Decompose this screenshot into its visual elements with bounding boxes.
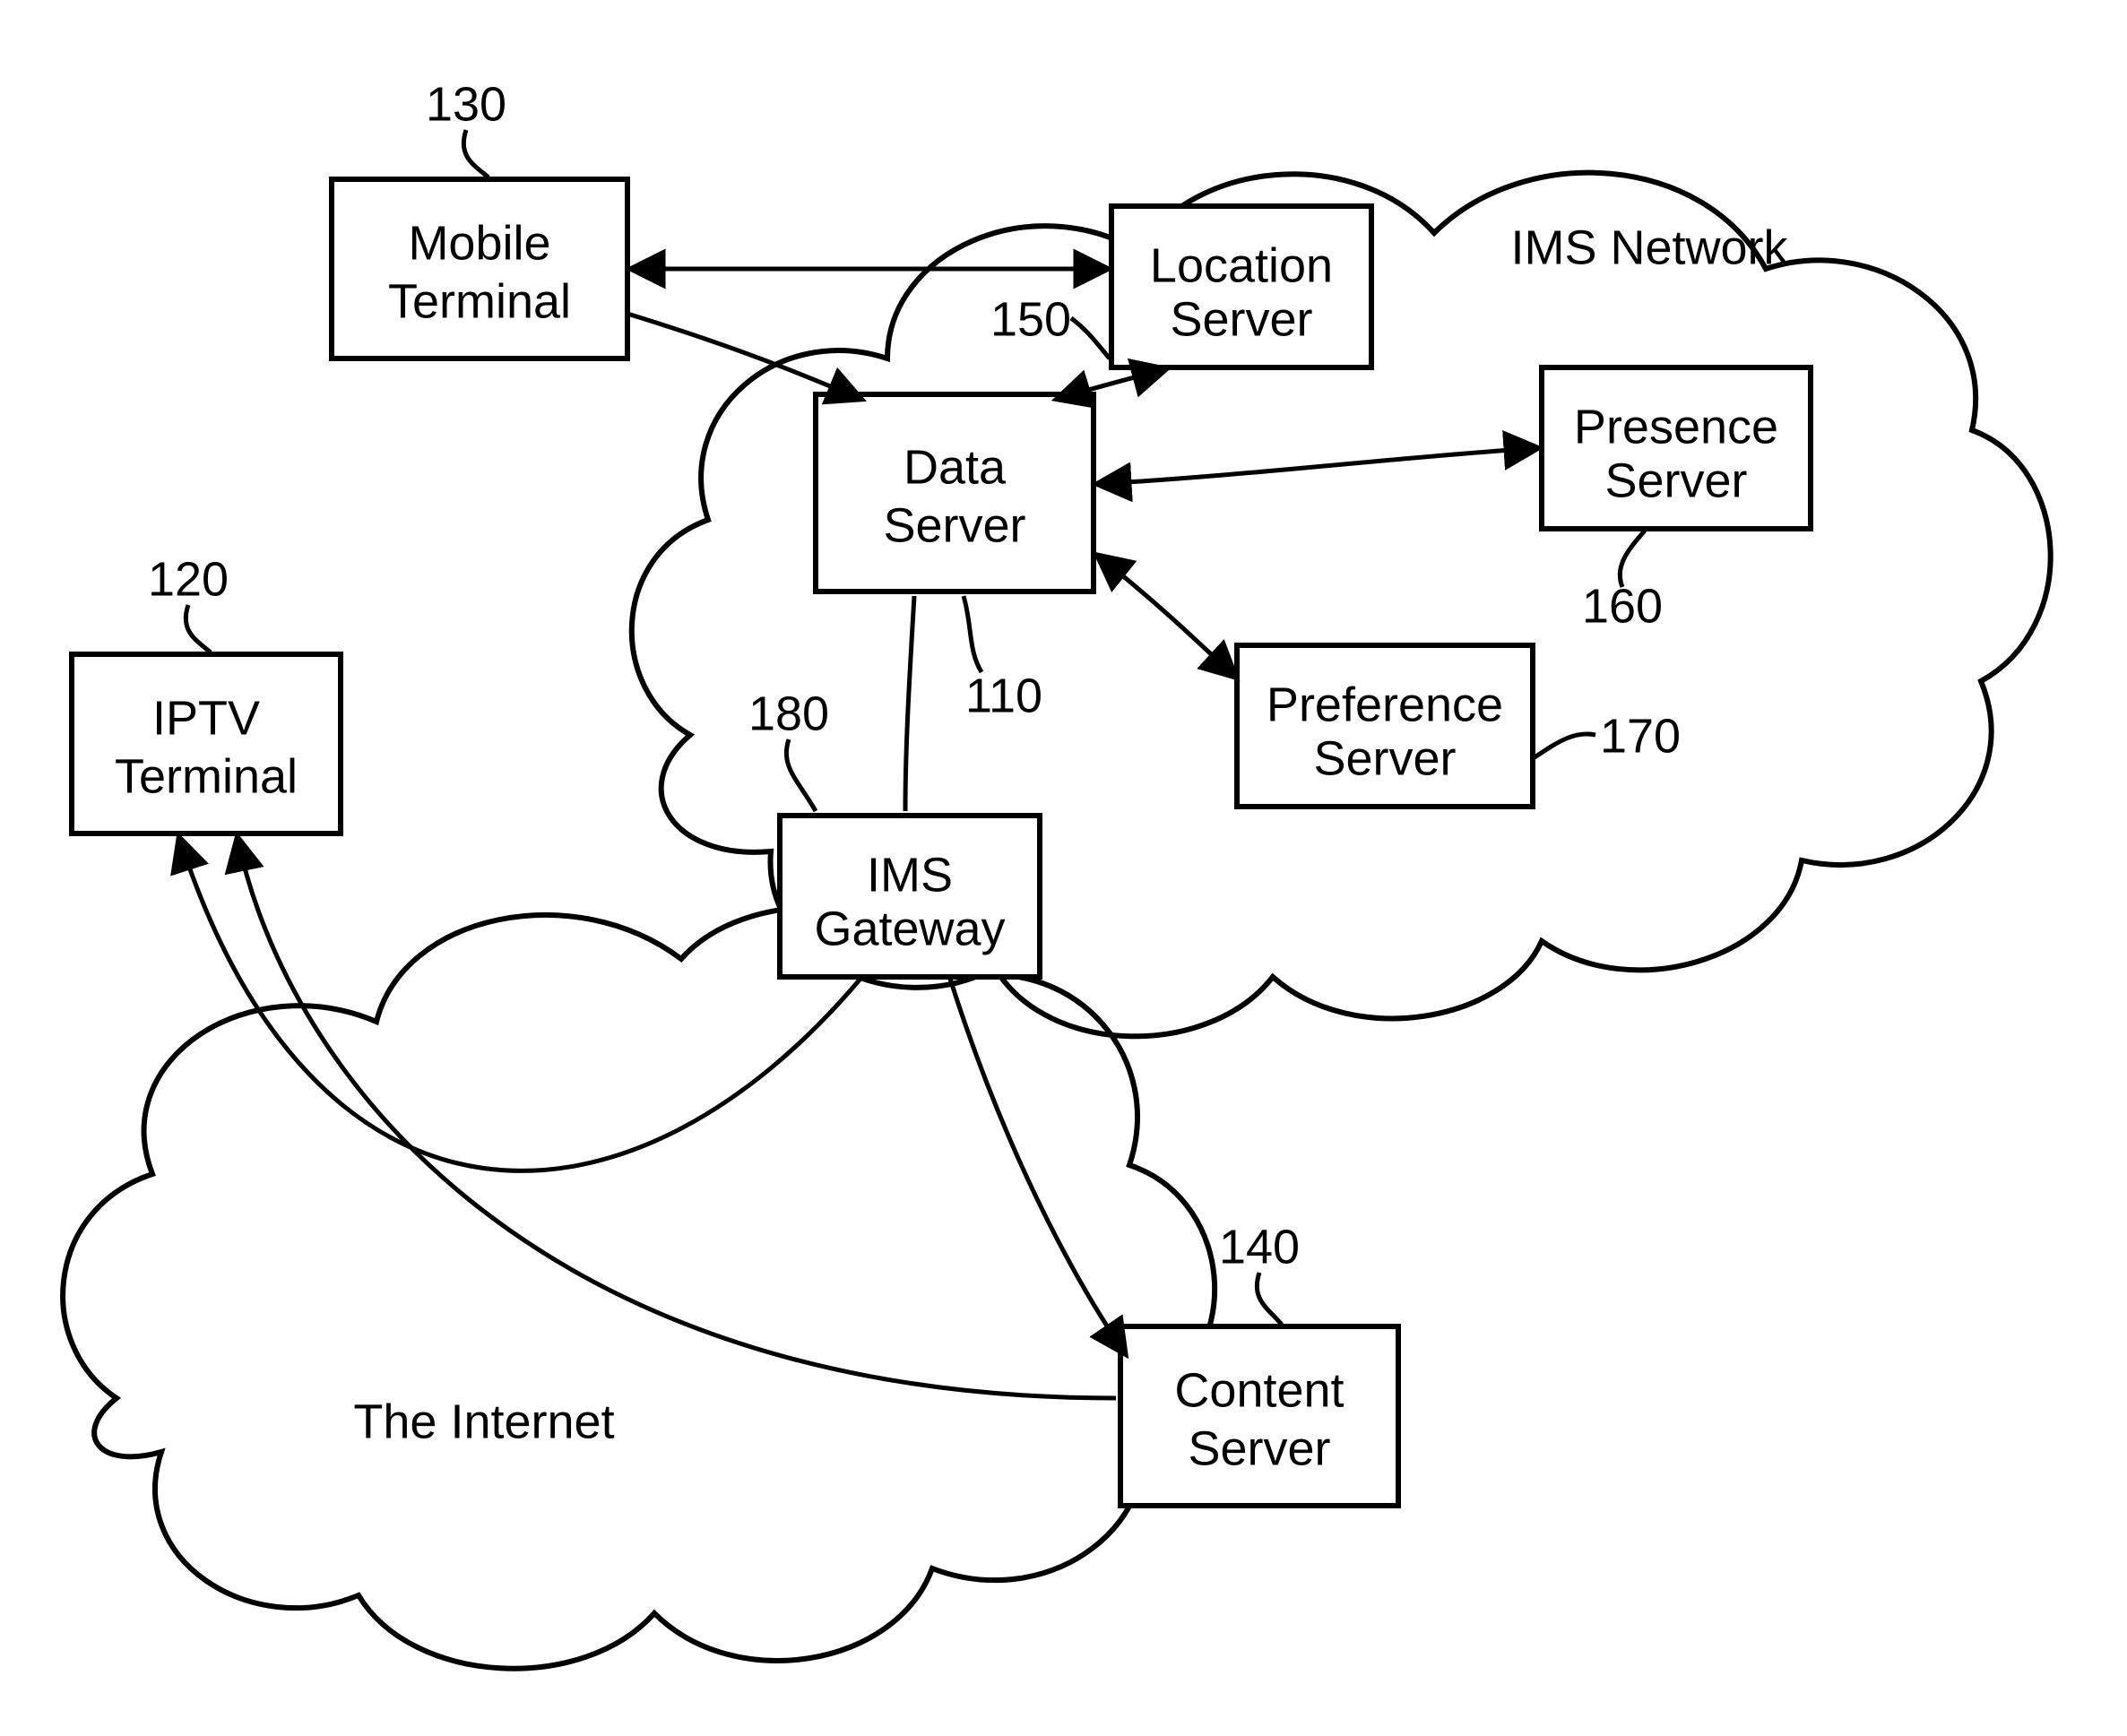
location-server-label-1: Location [1150,238,1333,292]
node-location-server: Location Server 150 [990,206,1371,367]
presence-server-ref: 160 [1582,579,1663,633]
content-server-label-1: Content [1174,1363,1344,1417]
cloud-internet: The Internet [63,907,1215,1668]
node-ims-gateway: IMS Gateway 180 [748,687,1040,977]
edge-data-presence [1098,448,1537,484]
ims-gateway-label-2: Gateway [814,902,1005,955]
location-server-label-2: Server [1170,292,1312,346]
preference-server-label-1: Preference [1267,678,1503,731]
mobile-terminal-label-2: Terminal [388,274,571,328]
data-server-ref: 110 [965,669,1042,722]
iptv-terminal-ref: 120 [148,552,229,606]
preference-server-ref: 170 [1600,709,1681,763]
node-content-server: Content Server 140 [1120,1220,1398,1506]
content-server-ref: 140 [1219,1220,1300,1274]
location-server-ref: 150 [990,292,1071,346]
iptv-terminal-label-1: IPTV [152,691,260,745]
mobile-terminal-ref: 130 [426,77,506,131]
mobile-terminal-label-1: Mobile [408,216,550,270]
node-preference-server: Preference Server 170 [1237,645,1681,807]
node-data-server: Data Server 110 [816,394,1094,722]
cloud-internet-label: The Internet [353,1395,614,1448]
edge-data-preference [1098,556,1235,677]
ims-gateway-label-1: IMS [867,848,953,902]
node-presence-server: Presence Server 160 [1542,367,1811,633]
presence-server-label-2: Server [1604,453,1747,507]
node-iptv-terminal: IPTV Terminal 120 [72,552,341,833]
data-server-label-1: Data [904,440,1007,494]
edge-data-location [1058,369,1165,399]
data-server-label-2: Server [883,498,1025,552]
preference-server-label-2: Server [1313,731,1456,785]
content-server-label-2: Server [1188,1421,1330,1475]
node-mobile-terminal: Mobile Terminal 130 [332,77,627,358]
edge-data-imsgw [905,596,914,811]
ims-gateway-ref: 180 [748,687,829,740]
presence-server-label-1: Presence [1574,400,1778,453]
iptv-terminal-label-2: Terminal [115,749,298,803]
cloud-ims-label: IMS Network [1510,220,1788,274]
